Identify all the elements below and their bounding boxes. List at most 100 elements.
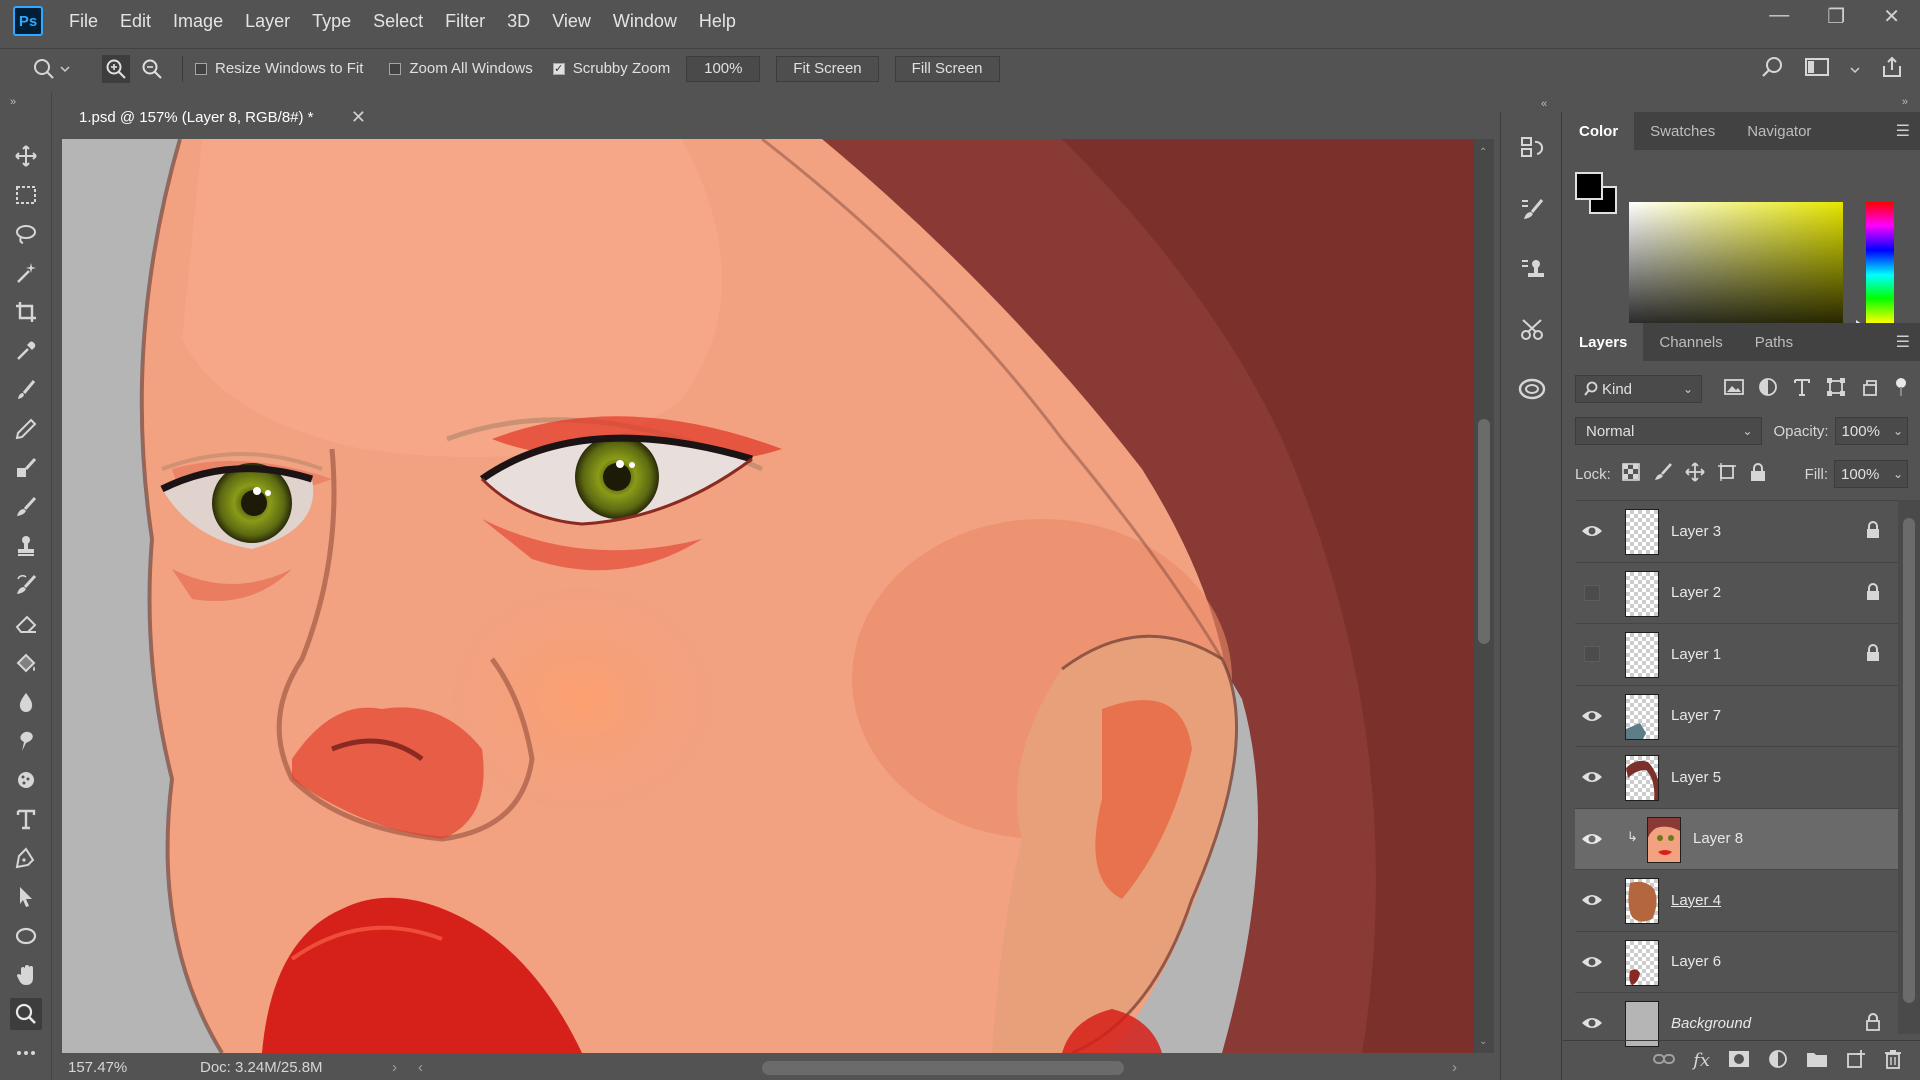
- opacity-field[interactable]: 100% ⌄: [1834, 417, 1908, 445]
- menu-3d[interactable]: 3D: [507, 11, 530, 32]
- visibility-toggle[interactable]: [1575, 501, 1609, 561]
- lock-pixels-icon[interactable]: [1653, 462, 1673, 486]
- clone-source-icon[interactable]: [1515, 252, 1549, 286]
- document-tab[interactable]: 1.psd @ 157% (Layer 8, RGB/8#) * ✕: [60, 100, 378, 136]
- zoom-all-windows-box[interactable]: [389, 62, 402, 75]
- layer-row[interactable]: Layer 5: [1575, 746, 1903, 808]
- fill-screen-button[interactable]: Fill Screen: [894, 55, 1000, 82]
- pen-tool-icon[interactable]: [10, 842, 42, 874]
- scroll-up-icon[interactable]: ⌃: [1479, 147, 1487, 158]
- menu-edit[interactable]: Edit: [120, 11, 151, 32]
- tab-paths[interactable]: Paths: [1739, 323, 1809, 361]
- share-icon[interactable]: [1880, 55, 1904, 83]
- magic-wand-icon[interactable]: [10, 257, 42, 289]
- collapse-dock-icon[interactable]: »: [1902, 96, 1908, 108]
- collapse-panels-icon[interactable]: «: [1541, 98, 1547, 110]
- filter-shape-icon[interactable]: [1826, 377, 1846, 401]
- layers-panel-menu-icon[interactable]: ☰: [1896, 332, 1910, 352]
- scroll-right-icon[interactable]: ›: [1452, 1059, 1457, 1076]
- layer-row[interactable]: Layer 4: [1575, 869, 1903, 931]
- scrubby-zoom-box[interactable]: ✓: [552, 62, 565, 75]
- menu-image[interactable]: Image: [173, 11, 223, 32]
- filter-smart-object-icon[interactable]: [1860, 377, 1880, 401]
- zoom-tool-icon[interactable]: [10, 998, 42, 1030]
- close-window-icon[interactable]: ✕: [1883, 4, 1900, 29]
- marquee-tool-icon[interactable]: [10, 179, 42, 211]
- tab-navigator[interactable]: Navigator: [1731, 112, 1827, 150]
- brush-tool-icon[interactable]: [10, 374, 42, 406]
- resize-windows-checkbox[interactable]: Resize Windows to Fit: [195, 60, 363, 77]
- chevron-down-icon[interactable]: ⌄: [1893, 467, 1903, 481]
- tab-color[interactable]: Color: [1563, 112, 1635, 150]
- layer-name[interactable]: Layer 8: [1693, 830, 1743, 847]
- workspace-icon[interactable]: [1804, 56, 1830, 82]
- lock-position-icon[interactable]: [1685, 462, 1705, 486]
- blend-mode-dropdown[interactable]: Normal ⌄: [1575, 417, 1762, 445]
- layer-name[interactable]: Layer 7: [1671, 707, 1721, 724]
- zoom-tool-preset-icon[interactable]: [30, 55, 58, 83]
- new-group-icon[interactable]: [1806, 1050, 1828, 1072]
- visibility-toggle[interactable]: [1575, 809, 1609, 869]
- lock-artboard-icon[interactable]: [1717, 462, 1737, 486]
- zoom-in-icon[interactable]: [102, 54, 130, 83]
- crop-tool-icon[interactable]: [10, 296, 42, 328]
- layer-name[interactable]: Layer 6: [1671, 953, 1721, 970]
- layer-row-selected[interactable]: ↳ Layer 8: [1575, 807, 1903, 869]
- new-layer-icon[interactable]: [1846, 1049, 1866, 1073]
- filter-toggle-icon[interactable]: [1894, 377, 1908, 401]
- document-canvas[interactable]: [62, 139, 1474, 1053]
- clone-brush-icon[interactable]: [10, 452, 42, 484]
- eraser-tool-icon[interactable]: [10, 608, 42, 640]
- zoom-out-icon[interactable]: [138, 55, 166, 83]
- layer-name[interactable]: Layer 5: [1671, 769, 1721, 786]
- foreground-color-swatch[interactable]: [1575, 172, 1603, 200]
- menu-filter[interactable]: Filter: [445, 11, 485, 32]
- layer-name[interactable]: Layer 1: [1671, 646, 1721, 663]
- ellipse-tool-icon[interactable]: [10, 920, 42, 952]
- menu-type[interactable]: Type: [312, 11, 351, 32]
- chevron-down-icon[interactable]: [1850, 61, 1860, 78]
- lock-transparent-icon[interactable]: [1621, 462, 1641, 486]
- close-tab-icon[interactable]: ✕: [351, 107, 366, 128]
- layer-name[interactable]: Layer 2: [1671, 584, 1721, 601]
- link-layers-icon[interactable]: [1653, 1052, 1676, 1070]
- smudge-tool-icon[interactable]: [10, 725, 42, 757]
- layer-name[interactable]: Background: [1671, 1015, 1751, 1032]
- menu-select[interactable]: Select: [373, 11, 423, 32]
- paint-bucket-icon[interactable]: [10, 647, 42, 679]
- menu-file[interactable]: File: [69, 11, 98, 32]
- search-icon[interactable]: [1760, 55, 1784, 83]
- zoom-percent-field[interactable]: 100%: [686, 55, 761, 82]
- creative-cloud-libraries-icon[interactable]: [1515, 372, 1549, 406]
- visibility-toggle[interactable]: [1575, 747, 1609, 807]
- tool-presets-icon[interactable]: [1515, 312, 1549, 346]
- eyedropper-icon[interactable]: [10, 335, 42, 367]
- visibility-toggle[interactable]: [1575, 932, 1609, 992]
- expand-toolbar-icon[interactable]: »: [10, 96, 16, 108]
- adjustment-layer-icon[interactable]: [1768, 1049, 1788, 1073]
- visibility-toggle[interactable]: [1575, 870, 1609, 930]
- visibility-toggle[interactable]: [1575, 624, 1609, 684]
- layer-row[interactable]: Layer 3: [1575, 500, 1903, 562]
- lock-all-icon[interactable]: [1749, 462, 1767, 486]
- layer-row[interactable]: Layer 7: [1575, 684, 1903, 747]
- move-tool-icon[interactable]: [10, 140, 42, 172]
- filter-adjustment-icon[interactable]: [1758, 377, 1778, 401]
- menu-help[interactable]: Help: [699, 11, 736, 32]
- lasso-tool-icon[interactable]: [10, 218, 42, 250]
- chevron-down-icon[interactable]: [58, 55, 72, 83]
- scroll-left-icon[interactable]: ‹: [418, 1059, 423, 1076]
- layer-style-icon[interactable]: fx: [1693, 1050, 1710, 1071]
- canvas-vertical-scroll-thumb[interactable]: [1478, 419, 1490, 644]
- stamp-tool-icon[interactable]: [10, 530, 42, 562]
- layer-row[interactable]: Layer 1: [1575, 623, 1903, 685]
- fit-screen-button[interactable]: Fit Screen: [776, 55, 879, 82]
- visibility-toggle[interactable]: [1575, 686, 1609, 746]
- layer-row[interactable]: Layer 2: [1575, 561, 1903, 624]
- delete-layer-icon[interactable]: [1884, 1049, 1902, 1073]
- filter-pixel-icon[interactable]: [1724, 378, 1744, 400]
- chevron-down-icon[interactable]: ⌄: [1893, 424, 1903, 438]
- brush-settings-icon[interactable]: [1515, 192, 1549, 226]
- canvas-horizontal-scroll-thumb[interactable]: [762, 1061, 1124, 1075]
- tab-channels[interactable]: Channels: [1643, 323, 1738, 361]
